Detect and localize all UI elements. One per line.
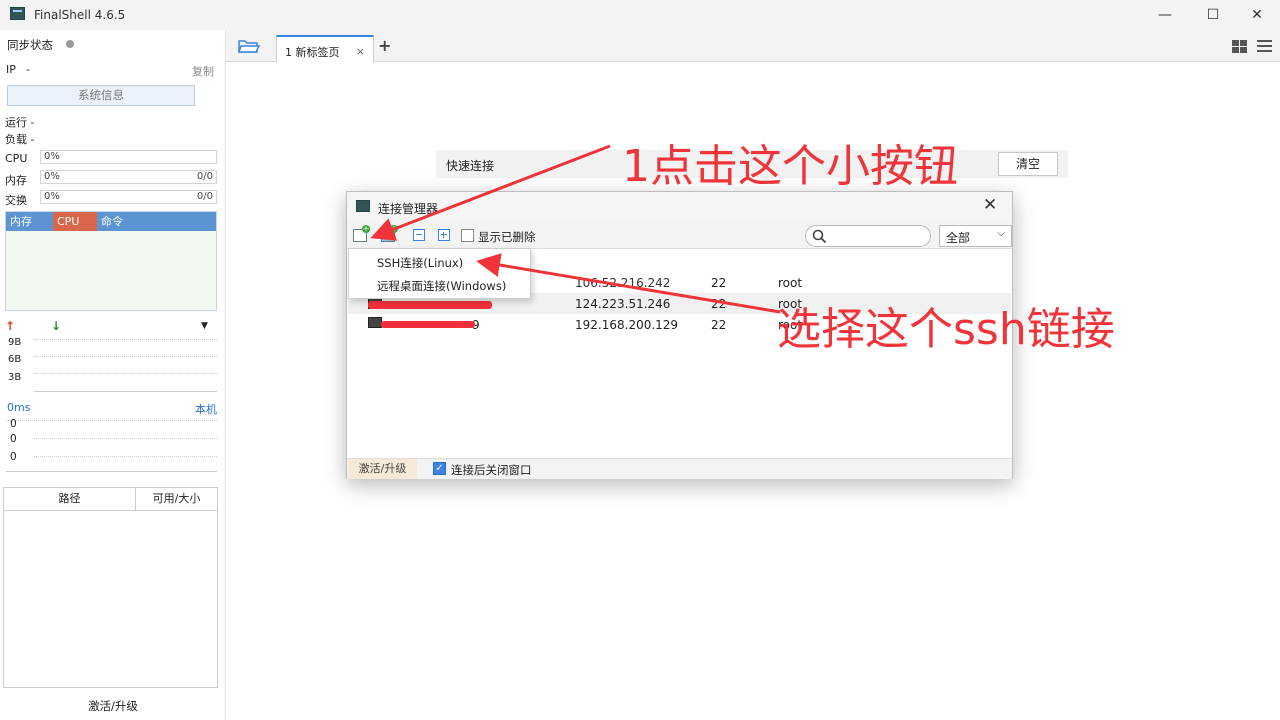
arrow-to-ssh-menu bbox=[476, 253, 781, 314]
arrow-to-new-button bbox=[370, 144, 611, 241]
annotation-select-ssh: 选择这个ssh链接 bbox=[777, 304, 1115, 355]
annotation-click-button: 1点击这个小按钮 bbox=[622, 141, 958, 192]
annotation-arrows bbox=[370, 144, 781, 314]
